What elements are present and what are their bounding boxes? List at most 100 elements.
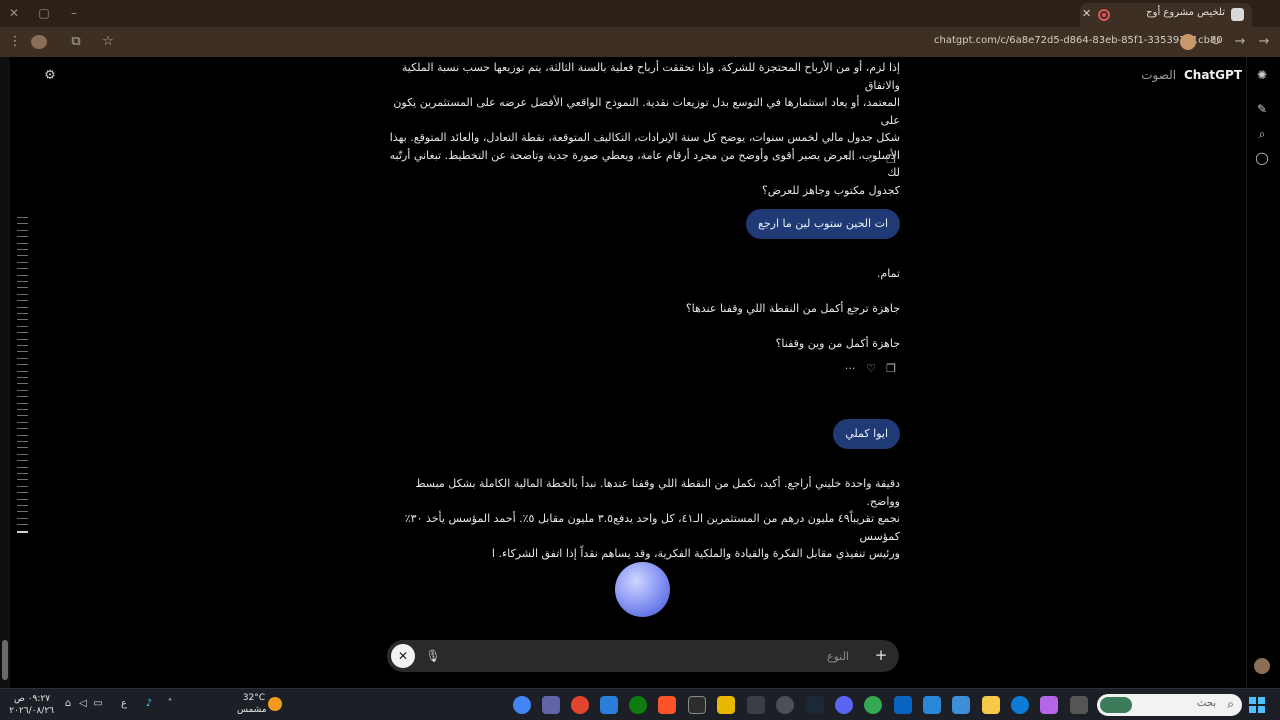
back-icon[interactable]: →	[1255, 33, 1273, 51]
chat-bubble-icon[interactable]: ◯	[1255, 151, 1269, 165]
timeline-tick	[17, 524, 28, 526]
conversation-timeline[interactable]	[17, 217, 28, 533]
menu-dots-icon[interactable]: ⋮	[6, 33, 24, 51]
timeline-tick	[17, 300, 28, 302]
steam-app-icon[interactable]	[806, 696, 824, 714]
assistant-message: إذا لزم، أو من الأرباح المحتجزة للشركة. …	[380, 59, 900, 199]
new-chat-icon[interactable]: ✎	[1255, 102, 1269, 116]
timeline-tick	[17, 409, 28, 410]
timeline-tick	[17, 479, 28, 481]
timeline-tick	[17, 332, 28, 334]
chrome-app-icon[interactable]	[513, 696, 531, 714]
message-line: ورئيس تنفيذي مقابل الفكرة والقيادة والمل…	[491, 547, 900, 560]
chrome-app-icon[interactable]	[864, 696, 882, 714]
microphone-icon[interactable]: ♪	[143, 698, 155, 710]
timeline-tick	[17, 377, 28, 378]
volume-icon[interactable]: ◁	[77, 698, 89, 710]
extensions-icon[interactable]: ⧉	[67, 33, 85, 51]
tab-close-icon[interactable]: ✕	[1082, 7, 1091, 20]
tab-title: تلخيص مشروع أوج	[1146, 7, 1225, 18]
thumbs-down-icon[interactable]: ♡	[864, 362, 878, 376]
message-line: تمام.	[876, 267, 900, 280]
timeline-tick	[17, 229, 28, 231]
copy-icon[interactable]: ❐	[884, 153, 898, 167]
scrollbar[interactable]	[0, 57, 10, 688]
epic-games-app-icon[interactable]	[688, 696, 706, 714]
message-line: نجمع تقريباً٤٩ مليون درهم من المستثمرين …	[404, 512, 900, 543]
timeline-tick	[17, 364, 28, 366]
timeline-tick	[17, 505, 28, 506]
message-input[interactable]	[449, 648, 849, 664]
copy-icon[interactable]: ❐	[884, 362, 898, 376]
weather-widget[interactable]: 32°C مشمس	[237, 692, 267, 716]
profile-avatar[interactable]	[31, 35, 47, 49]
app-icon[interactable]	[600, 696, 618, 714]
edge-app-icon[interactable]	[1011, 696, 1029, 714]
user-avatar[interactable]	[1254, 658, 1270, 674]
timeline-tick	[17, 249, 28, 250]
timeline-tick	[17, 236, 28, 238]
window-minimize-icon[interactable]: –	[64, 4, 84, 22]
more-dots-icon[interactable]: ···	[843, 153, 857, 167]
plus-icon[interactable]: +	[873, 647, 889, 663]
window-close-icon[interactable]: ✕	[4, 4, 24, 22]
teams-app-icon[interactable]	[542, 696, 560, 714]
search-icon[interactable]: ⌕	[1255, 127, 1269, 141]
timeline-tick	[17, 281, 28, 282]
timeline-tick	[17, 255, 28, 257]
timeline-tick	[17, 338, 28, 340]
timeline-tick	[17, 319, 28, 321]
timeline-tick	[17, 268, 28, 270]
scrollbar-thumb[interactable]	[2, 640, 8, 680]
timeline-tick	[17, 466, 28, 468]
close-icon[interactable]: ✕	[391, 644, 415, 668]
extension-avatar-icon[interactable]	[1180, 34, 1196, 50]
mic-off-icon[interactable]: 🎙	[425, 648, 441, 664]
audio-recording-icon[interactable]	[1098, 9, 1110, 21]
discord-app-icon[interactable]	[835, 696, 853, 714]
app-icon[interactable]	[747, 696, 765, 714]
brave-app-icon[interactable]	[658, 696, 676, 714]
model-header[interactable]: ChatGPT الصوت	[1141, 68, 1242, 82]
timeline-tick	[17, 441, 28, 442]
timeline-tick	[17, 383, 28, 385]
timeline-tick	[17, 274, 28, 276]
sliders-icon[interactable]: ⚙	[42, 68, 58, 84]
timeline-tick	[17, 447, 28, 449]
copilot-app-icon[interactable]	[1040, 696, 1058, 714]
active-tab[interactable]: تلخيص مشروع أوج ✕	[1080, 3, 1252, 27]
openai-logo-icon[interactable]: ✺	[1255, 68, 1269, 82]
thumbs-down-icon[interactable]: ♡	[864, 153, 878, 167]
timeline-tick	[17, 415, 28, 417]
taskbar: ٠٩:٢٧ ص ٢٠٢٦/٠٨/٢٦ ⌂ ◁ ▭ ع ♪ ˄ 32°C مشمس…	[0, 688, 1280, 720]
app-icon[interactable]	[571, 696, 589, 714]
reload-icon[interactable]: ↻	[1207, 33, 1225, 51]
network-icon[interactable]: ⌂	[62, 698, 74, 710]
window-maximize-icon[interactable]: ▢	[34, 4, 54, 22]
language-indicator[interactable]: ع	[118, 698, 130, 710]
tab-strip: ✕ ▢ – + تلخيص مشروع أوج ✕	[0, 0, 1280, 27]
windows-start-icon[interactable]	[1249, 697, 1265, 713]
more-dots-icon[interactable]: ···	[843, 362, 857, 376]
timeline-tick	[17, 530, 28, 533]
app-icon[interactable]	[952, 696, 970, 714]
timeline-tick	[17, 261, 28, 263]
forward-icon[interactable]: →	[1231, 33, 1249, 51]
timeline-tick	[17, 498, 28, 500]
search-placeholder: بحث	[1196, 698, 1216, 709]
xbox-app-icon[interactable]	[629, 696, 647, 714]
file-explorer-app-icon[interactable]	[982, 696, 1000, 714]
message-line: شكل جدول مالي لخمس سنوات، يوضح كل سنة ال…	[389, 131, 900, 144]
task-view-icon[interactable]	[1070, 696, 1088, 714]
clock[interactable]: ٠٩:٢٧ ص ٢٠٢٦/٠٨/٢٦	[9, 693, 54, 717]
bookmark-star-icon[interactable]: ☆	[99, 33, 117, 51]
chevron-up-icon[interactable]: ˄	[164, 698, 176, 710]
store-app-icon[interactable]	[923, 696, 941, 714]
timeline-tick	[17, 428, 28, 430]
chatgpt-app-icon[interactable]	[776, 696, 794, 714]
taskbar-search[interactable]: بحث ⌕	[1097, 694, 1242, 716]
rockstar-app-icon[interactable]	[717, 696, 735, 714]
battery-icon[interactable]: ▭	[92, 698, 104, 710]
outlook-app-icon[interactable]	[894, 696, 912, 714]
voice-orb[interactable]	[615, 562, 670, 617]
